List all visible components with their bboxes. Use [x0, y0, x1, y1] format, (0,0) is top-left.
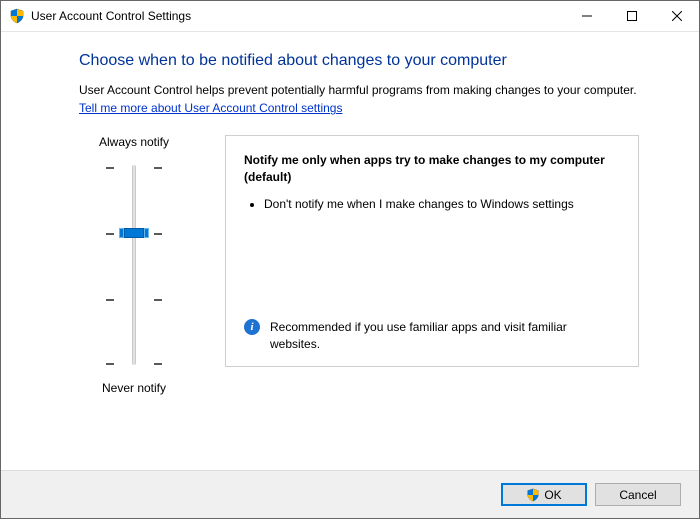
slider-bottom-label: Never notify	[102, 381, 166, 395]
notification-level-slider[interactable]	[106, 155, 162, 375]
uac-settings-window: User Account Control Settings Choose whe…	[0, 0, 700, 519]
slider-track	[132, 165, 136, 365]
slider-thumb[interactable]	[124, 228, 144, 238]
recommendation-text: Recommended if you use familiar apps and…	[270, 319, 620, 353]
panel-bullet: Don't notify me when I make changes to W…	[264, 196, 620, 213]
ok-button[interactable]: OK	[501, 483, 587, 506]
page-heading: Choose when to be notified about changes…	[79, 52, 639, 70]
slider-top-label: Always notify	[99, 135, 169, 149]
minimize-button[interactable]	[564, 1, 609, 31]
slider-tick	[106, 363, 162, 365]
panel-title: Notify me only when apps try to make cha…	[244, 152, 620, 186]
slider-tick	[106, 299, 162, 301]
content-area: Choose when to be notified about changes…	[1, 32, 699, 470]
button-row: OK Cancel	[1, 470, 699, 518]
uac-shield-icon	[9, 8, 25, 24]
cancel-button-label: Cancel	[619, 488, 656, 502]
slider-tick	[106, 167, 162, 169]
window-controls	[564, 1, 699, 31]
info-icon: i	[244, 319, 260, 335]
close-button[interactable]	[654, 1, 699, 31]
panel-footer: i Recommended if you use familiar apps a…	[244, 319, 620, 353]
learn-more-link[interactable]: Tell me more about User Account Control …	[79, 101, 342, 115]
slider-row: Always notify Never notify Notify me onl…	[79, 135, 639, 395]
ok-button-label: OK	[544, 488, 561, 502]
notification-description-panel: Notify me only when apps try to make cha…	[225, 135, 639, 367]
maximize-button[interactable]	[609, 1, 654, 31]
description-text: User Account Control helps prevent poten…	[79, 82, 639, 99]
slider-column: Always notify Never notify	[79, 135, 189, 395]
cancel-button[interactable]: Cancel	[595, 483, 681, 506]
uac-shield-icon	[526, 488, 540, 502]
titlebar: User Account Control Settings	[1, 1, 699, 32]
window-title: User Account Control Settings	[31, 9, 191, 23]
